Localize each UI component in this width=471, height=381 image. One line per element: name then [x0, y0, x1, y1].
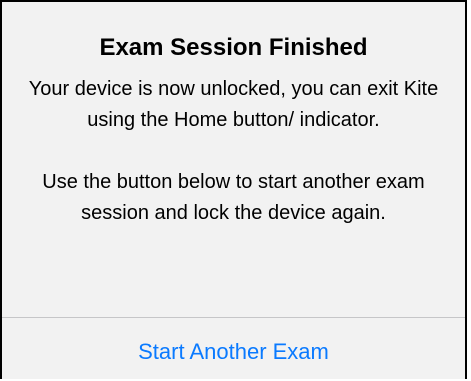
alert-message-unlocked: Your device is now unlocked, you can exi…	[28, 78, 439, 131]
exam-finished-alert: Exam Session Finished Your device is now…	[0, 0, 467, 379]
alert-message: Your device is now unlocked, you can exi…	[28, 74, 439, 229]
alert-message-instructions: Use the button below to start another ex…	[42, 171, 425, 224]
start-another-exam-button[interactable]: Start Another Exam	[2, 318, 465, 381]
alert-title: Exam Session Finished	[99, 34, 368, 61]
